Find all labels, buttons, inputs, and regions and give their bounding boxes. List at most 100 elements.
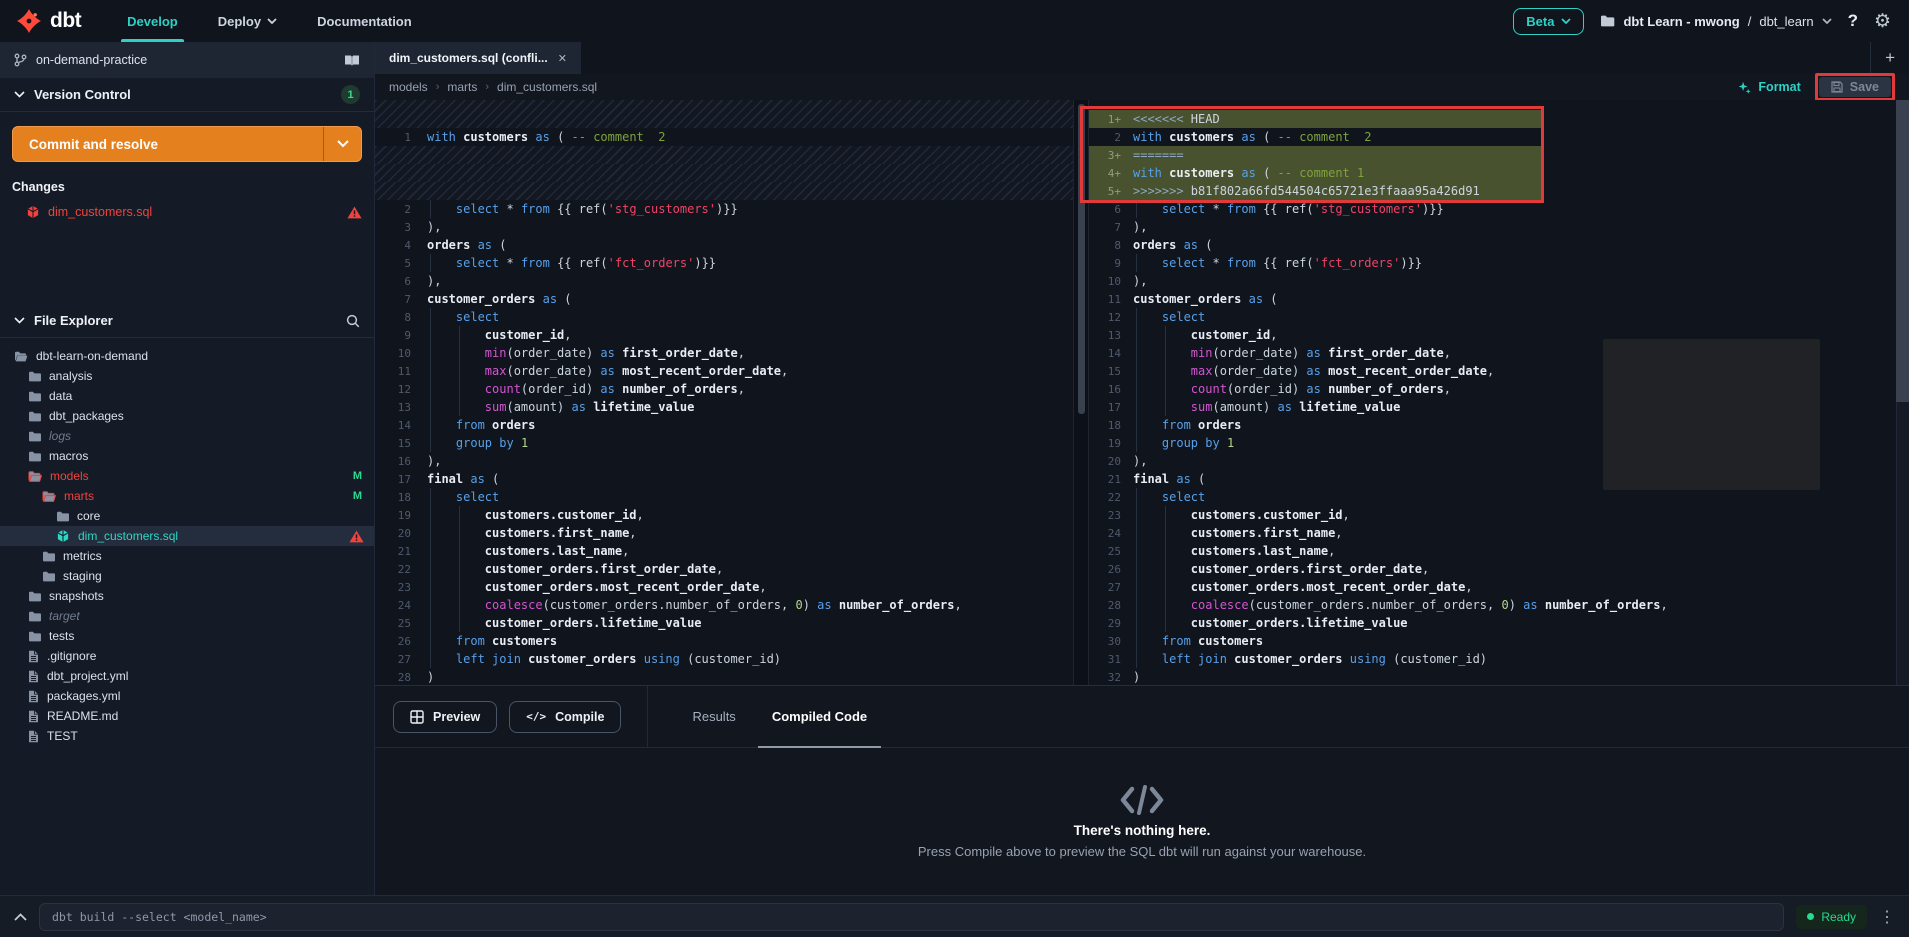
dbt-logo[interactable]: dbt bbox=[0, 0, 107, 42]
code-line[interactable]: 23 customer_orders.most_recent_order_dat… bbox=[375, 578, 1073, 596]
code-line[interactable]: 31 left join customer_orders using (cust… bbox=[1089, 650, 1909, 668]
code-line[interactable]: 7), bbox=[1089, 218, 1909, 236]
commit-dropdown-caret[interactable] bbox=[323, 127, 361, 161]
splitter-scrollbar-thumb[interactable] bbox=[1078, 104, 1085, 414]
search-icon[interactable] bbox=[346, 314, 360, 328]
code-line[interactable]: 19 customers.customer_id, bbox=[375, 506, 1073, 524]
code-line[interactable]: 16), bbox=[375, 452, 1073, 470]
settings-gear-icon[interactable]: ⚙ bbox=[1874, 12, 1891, 31]
tree-item-logs[interactable]: logs bbox=[0, 426, 374, 446]
code-line[interactable]: 17final as ( bbox=[375, 470, 1073, 488]
code-line[interactable]: 21 customers.last_name, bbox=[375, 542, 1073, 560]
code-line[interactable]: 4orders as ( bbox=[375, 236, 1073, 254]
code-line[interactable]: 29 customer_orders.lifetime_value bbox=[1089, 614, 1909, 632]
code-line[interactable]: 24 customers.first_name, bbox=[1089, 524, 1909, 542]
code-line[interactable]: 13 sum(amount) as lifetime_value bbox=[375, 398, 1073, 416]
tree-item-marts[interactable]: martsM bbox=[0, 486, 374, 506]
code-line[interactable]: 15 group by 1 bbox=[375, 434, 1073, 452]
code-line[interactable]: 27 left join customer_orders using (cust… bbox=[375, 650, 1073, 668]
code-line[interactable]: 27 customer_orders.most_recent_order_dat… bbox=[1089, 578, 1909, 596]
breadcrumb-file[interactable]: dim_customers.sql bbox=[497, 80, 597, 94]
code-line[interactable]: 2 select * from {{ ref('stg_customers')}… bbox=[375, 200, 1073, 218]
tree-item-staging[interactable]: staging bbox=[0, 566, 374, 586]
tab-compiled-code[interactable]: Compiled Code bbox=[754, 686, 885, 748]
code-line[interactable]: 1with customers as ( -- comment 2 bbox=[375, 128, 1073, 146]
code-line[interactable]: 6), bbox=[375, 272, 1073, 290]
compile-button[interactable]: </> Compile bbox=[509, 701, 621, 733]
breadcrumb-models[interactable]: models bbox=[389, 80, 428, 94]
code-line[interactable]: 23 customers.customer_id, bbox=[1089, 506, 1909, 524]
kebab-menu-icon[interactable]: ⋮ bbox=[1879, 907, 1895, 927]
added-code-line[interactable]: 3+======= bbox=[1089, 146, 1909, 164]
preview-button[interactable]: Preview bbox=[393, 701, 497, 733]
tree-item--gitignore[interactable]: .gitignore bbox=[0, 646, 374, 666]
format-button[interactable]: Format bbox=[1738, 80, 1800, 94]
added-code-line[interactable]: 1+<<<<<<< HEAD bbox=[1089, 110, 1909, 128]
nav-deploy[interactable]: Deploy bbox=[198, 0, 297, 42]
code-line[interactable]: 12 select bbox=[1089, 308, 1909, 326]
expand-panel-chevron-icon[interactable] bbox=[14, 913, 27, 921]
nav-documentation[interactable]: Documentation bbox=[297, 0, 432, 42]
code-line[interactable]: 2with customers as ( -- comment 2 bbox=[1089, 128, 1909, 146]
added-code-line[interactable]: 4+with customers as ( -- comment 1 bbox=[1089, 164, 1909, 182]
save-button[interactable]: Save bbox=[1819, 77, 1891, 97]
tree-item-readme-md[interactable]: README.md bbox=[0, 706, 374, 726]
added-code-line[interactable]: 5+>>>>>>> b81f802a66fd544504c65721e3ffaa… bbox=[1089, 182, 1909, 200]
code-line[interactable]: 5 select * from {{ ref('fct_orders')}} bbox=[375, 254, 1073, 272]
code-line[interactable]: 10), bbox=[1089, 272, 1909, 290]
tree-item-snapshots[interactable]: snapshots bbox=[0, 586, 374, 606]
breadcrumb-marts[interactable]: marts bbox=[447, 80, 477, 94]
code-line[interactable]: 25 customer_orders.lifetime_value bbox=[375, 614, 1073, 632]
tree-item-macros[interactable]: macros bbox=[0, 446, 374, 466]
help-icon[interactable]: ? bbox=[1848, 11, 1858, 31]
tree-item-analysis[interactable]: analysis bbox=[0, 366, 374, 386]
beta-dropdown[interactable]: Beta bbox=[1513, 8, 1584, 35]
nav-develop[interactable]: Develop bbox=[107, 0, 198, 42]
code-line[interactable]: 14 from orders bbox=[375, 416, 1073, 434]
code-line[interactable]: 9 select * from {{ ref('fct_orders')}} bbox=[1089, 254, 1909, 272]
code-line[interactable]: 26 from customers bbox=[375, 632, 1073, 650]
code-line[interactable]: 20 customers.first_name, bbox=[375, 524, 1073, 542]
code-line[interactable]: 30 from customers bbox=[1089, 632, 1909, 650]
tree-item-tests[interactable]: tests bbox=[0, 626, 374, 646]
tree-item-data[interactable]: data bbox=[0, 386, 374, 406]
code-line[interactable]: 10 min(order_date) as first_order_date, bbox=[375, 344, 1073, 362]
code-line[interactable]: 11customer_orders as ( bbox=[1089, 290, 1909, 308]
version-control-header[interactable]: Version Control 1 bbox=[0, 78, 374, 112]
editor-scrollbar-thumb[interactable] bbox=[1896, 100, 1909, 402]
code-line[interactable]: 7customer_orders as ( bbox=[375, 290, 1073, 308]
code-line[interactable]: 8orders as ( bbox=[1089, 236, 1909, 254]
code-line[interactable]: 28) bbox=[375, 668, 1073, 685]
code-line[interactable]: 12 count(order_id) as number_of_orders, bbox=[375, 380, 1073, 398]
tree-item-test[interactable]: TEST bbox=[0, 726, 374, 746]
code-line[interactable]: 25 customers.last_name, bbox=[1089, 542, 1909, 560]
code-line[interactable]: 9 customer_id, bbox=[375, 326, 1073, 344]
tree-item-dim-customers-sql[interactable]: dim_customers.sql bbox=[0, 526, 374, 546]
changed-file-dim-customers[interactable]: dim_customers.sql bbox=[0, 200, 374, 224]
code-line[interactable]: 26 customer_orders.first_order_date, bbox=[1089, 560, 1909, 578]
tree-item-target[interactable]: target bbox=[0, 606, 374, 626]
code-line[interactable]: 6 select * from {{ ref('stg_customers')}… bbox=[1089, 200, 1909, 218]
code-line[interactable]: 24 coalesce(customer_orders.number_of_or… bbox=[375, 596, 1073, 614]
tree-item-models[interactable]: modelsM bbox=[0, 466, 374, 486]
docs-book-icon[interactable] bbox=[344, 54, 360, 67]
tree-item-core[interactable]: core bbox=[0, 506, 374, 526]
file-explorer-header[interactable]: File Explorer bbox=[0, 304, 374, 338]
tree-item-dbt-project-yml[interactable]: dbt_project.yml bbox=[0, 666, 374, 686]
project-selector[interactable]: dbt Learn - mwong / dbt_learn bbox=[1600, 14, 1831, 29]
tree-item-dbt-learn-on-demand[interactable]: dbt-learn-on-demand bbox=[0, 346, 374, 366]
code-line[interactable]: 32) bbox=[1089, 668, 1909, 685]
tree-item-dbt-packages[interactable]: dbt_packages bbox=[0, 406, 374, 426]
editor-pane-current[interactable]: 1with customers as ( -- comment 2 2 selec… bbox=[375, 100, 1073, 685]
tab-results[interactable]: Results bbox=[674, 686, 753, 748]
new-tab-button[interactable]: + bbox=[1870, 42, 1909, 74]
code-line[interactable]: 3), bbox=[375, 218, 1073, 236]
code-line[interactable]: 11 max(order_date) as most_recent_order_… bbox=[375, 362, 1073, 380]
code-line[interactable]: 28 coalesce(customer_orders.number_of_or… bbox=[1089, 596, 1909, 614]
branch-bar[interactable]: on-demand-practice bbox=[0, 42, 374, 78]
pane-splitter[interactable] bbox=[1073, 100, 1089, 685]
code-line[interactable]: 22 customer_orders.first_order_date, bbox=[375, 560, 1073, 578]
command-input[interactable] bbox=[39, 903, 1784, 931]
code-line[interactable]: 8 select bbox=[375, 308, 1073, 326]
code-line[interactable]: 22 select bbox=[1089, 488, 1909, 506]
